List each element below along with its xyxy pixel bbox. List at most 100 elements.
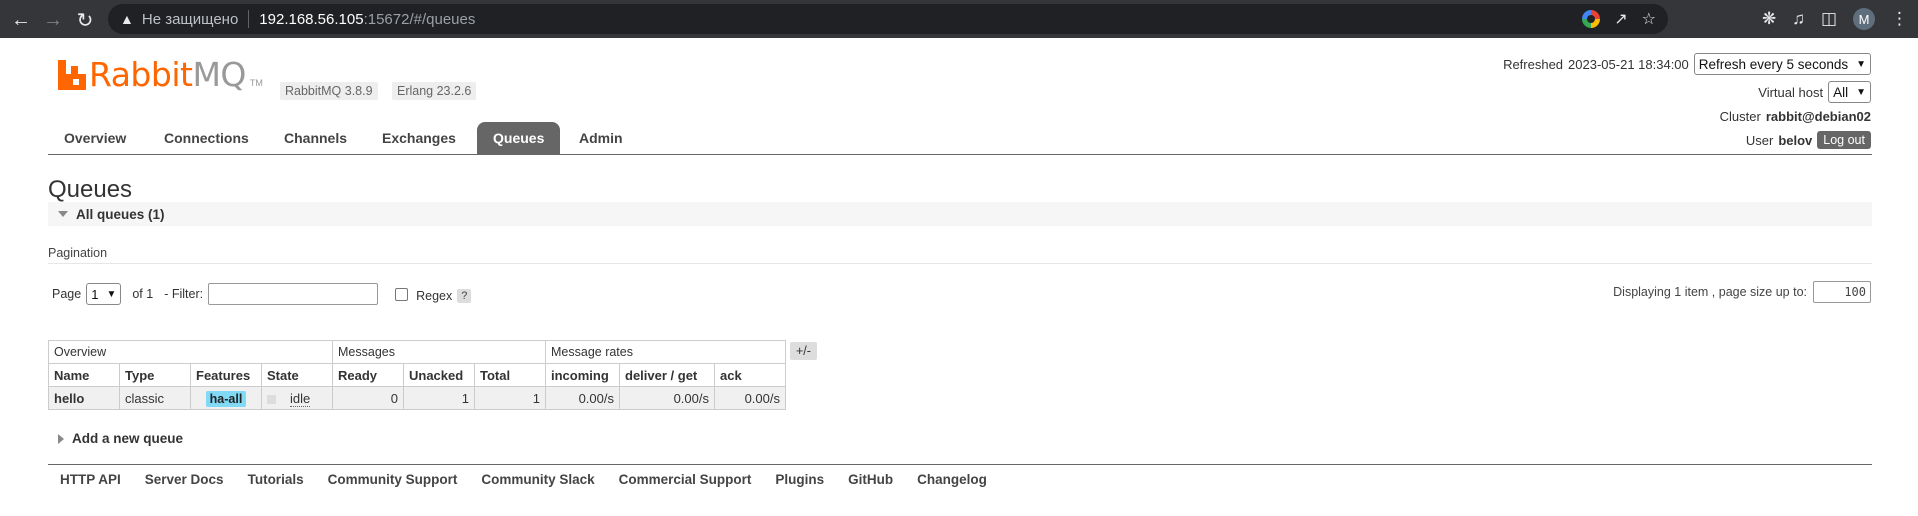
column-header-features[interactable]: Features — [190, 363, 262, 387]
footer-link-http-api[interactable]: HTTP API — [60, 472, 121, 487]
tab-channels[interactable]: Channels — [268, 122, 363, 154]
regex-help-button[interactable]: ? — [457, 289, 472, 303]
rate-incoming: 0.00/s — [545, 386, 620, 410]
expand-triangle-icon — [58, 433, 64, 444]
policy-badge[interactable]: ha-all — [205, 390, 247, 407]
messages-unacked: 1 — [403, 386, 475, 410]
footer-link-changelog[interactable]: Changelog — [917, 472, 987, 487]
group-header-overview: Overview — [48, 340, 333, 364]
menu-kebab-icon[interactable]: ⋮ — [1891, 9, 1908, 29]
browser-toolbar: ← → ↻ ▲ Не защищено 192.168.56.105:15672… — [0, 0, 1918, 38]
filter-label: - Filter: — [164, 287, 204, 301]
rabbitmq-logo[interactable]: RabbitMQ TM — [58, 58, 263, 91]
queue-type: classic — [119, 386, 191, 410]
footer-link-commercial-support[interactable]: Commercial Support — [619, 472, 752, 487]
profile-avatar[interactable]: M — [1853, 8, 1875, 30]
footer-link-plugins[interactable]: Plugins — [775, 472, 824, 487]
column-toggle-button[interactable]: +/- — [790, 342, 817, 360]
bookmark-star-icon[interactable]: ☆ — [1642, 9, 1656, 29]
page-label: Page — [52, 287, 82, 301]
tab-exchanges[interactable]: Exchanges — [366, 122, 472, 154]
chevron-down-icon: ▼ — [1856, 86, 1866, 98]
queue-state: idle — [290, 390, 311, 407]
vhost-value: All — [1833, 84, 1849, 100]
page-title: Queues — [48, 176, 133, 203]
footer-link-github[interactable]: GitHub — [848, 472, 893, 487]
url-path[interactable]: :15672/#/queues — [364, 11, 476, 28]
logo-text: RabbitMQ — [89, 58, 246, 91]
add-queue-toggle[interactable]: Add a new queue — [58, 431, 183, 446]
tab-connections[interactable]: Connections — [148, 122, 265, 154]
refresh-interval-select[interactable]: Refresh every 5 seconds ▼ — [1693, 53, 1871, 75]
back-arrow-icon[interactable]: ← — [8, 7, 34, 33]
media-control-icon[interactable]: ♫ — [1792, 9, 1805, 29]
add-queue-label: Add a new queue — [72, 431, 184, 446]
column-header-total[interactable]: Total — [474, 363, 546, 387]
main-tabs: Overview Connections Channels Exchanges … — [48, 122, 1872, 155]
collapse-triangle-icon — [58, 211, 68, 217]
logo-text-mq: MQ — [192, 55, 246, 94]
refresh-interval-value: Refresh every 5 seconds — [1698, 56, 1849, 72]
chevron-down-icon: ▼ — [106, 288, 117, 300]
reload-icon[interactable]: ↻ — [72, 7, 98, 33]
chevron-down-icon: ▼ — [1856, 58, 1866, 70]
rate-deliver-get: 0.00/s — [619, 386, 715, 410]
table-row: hello classic ha-all idle 0 1 1 0.00/s 0… — [48, 386, 786, 410]
rabbitmq-management-page: RabbitMQ TM RabbitMQ 3.8.9 Erlang 23.2.6… — [0, 38, 1918, 516]
page-size-input[interactable]: 100 — [1813, 281, 1871, 303]
messages-ready: 0 — [332, 386, 404, 410]
vhost-label: Virtual host — [1758, 84, 1824, 100]
group-header-messages: Messages — [332, 340, 546, 364]
rate-ack: 0.00/s — [714, 386, 786, 410]
omnibox-divider — [248, 10, 250, 28]
insecure-label[interactable]: Не защищено — [142, 11, 238, 28]
warning-icon[interactable]: ▲ — [120, 11, 134, 27]
column-header-ack[interactable]: ack — [714, 363, 786, 387]
forward-arrow-icon[interactable]: → — [40, 7, 66, 33]
all-queues-title: All queues (1) — [76, 206, 165, 222]
footer-link-community-support[interactable]: Community Support — [328, 472, 458, 487]
pagination-controls: Page 1 ▼ of 1 - Filter: Regex ? — [52, 283, 472, 305]
share-icon[interactable]: ↗ — [1614, 9, 1627, 29]
vhost-select[interactable]: All ▼ — [1828, 81, 1871, 103]
refreshed-label: Refreshed — [1503, 56, 1564, 72]
side-panel-icon[interactable]: ◫ — [1821, 9, 1837, 29]
page-count-label: of 1 — [132, 287, 154, 301]
messages-total: 1 — [474, 386, 546, 410]
extensions-icon[interactable]: ❋ — [1762, 9, 1776, 29]
page-size-controls: Displaying 1 item , page size up to: 100 — [1613, 281, 1871, 303]
rabbitmq-logo-icon — [58, 60, 86, 90]
tab-admin[interactable]: Admin — [563, 122, 639, 154]
tab-overview[interactable]: Overview — [48, 122, 142, 154]
pagination-divider — [48, 263, 1872, 264]
all-queues-toggle[interactable]: All queues (1) — [48, 202, 1872, 226]
page-select[interactable]: 1 ▼ — [86, 283, 122, 305]
column-header-ready[interactable]: Ready — [332, 363, 404, 387]
tab-queues[interactable]: Queues — [477, 122, 561, 154]
footer-link-server-docs[interactable]: Server Docs — [145, 472, 224, 487]
url-host[interactable]: 192.168.56.105 — [259, 11, 363, 28]
display-count-label: Displaying 1 item , page size up to: — [1613, 285, 1807, 299]
column-header-type[interactable]: Type — [119, 363, 191, 387]
regex-label: Regex — [416, 289, 453, 303]
refreshed-time: 2023-05-21 18:34:00 — [1568, 56, 1689, 72]
queue-state-cell: idle — [261, 386, 333, 410]
column-header-deliver-get[interactable]: deliver / get — [619, 363, 715, 387]
column-header-unacked[interactable]: Unacked — [403, 363, 475, 387]
queue-name-link[interactable]: hello — [48, 386, 120, 410]
column-header-name[interactable]: Name — [48, 363, 120, 387]
google-lens-icon[interactable] — [1582, 10, 1601, 28]
footer-link-community-slack[interactable]: Community Slack — [481, 472, 594, 487]
rabbitmq-version-badge: RabbitMQ 3.8.9 — [280, 82, 378, 100]
column-header-state[interactable]: State — [261, 363, 333, 387]
erlang-version-badge: Erlang 23.2.6 — [392, 82, 477, 100]
footer-link-tutorials[interactable]: Tutorials — [248, 472, 304, 487]
pagination-label[interactable]: Pagination — [48, 246, 107, 260]
address-bar[interactable]: ▲ Не защищено 192.168.56.105:15672/#/que… — [108, 4, 1668, 34]
filter-input[interactable] — [208, 283, 379, 305]
column-header-incoming[interactable]: incoming — [545, 363, 620, 387]
logo-trademark: TM — [249, 78, 263, 88]
group-header-message-rates: Message rates — [545, 340, 786, 364]
queues-table: Overview Messages Message rates Name Typ… — [48, 340, 786, 410]
regex-checkbox[interactable] — [395, 287, 409, 301]
